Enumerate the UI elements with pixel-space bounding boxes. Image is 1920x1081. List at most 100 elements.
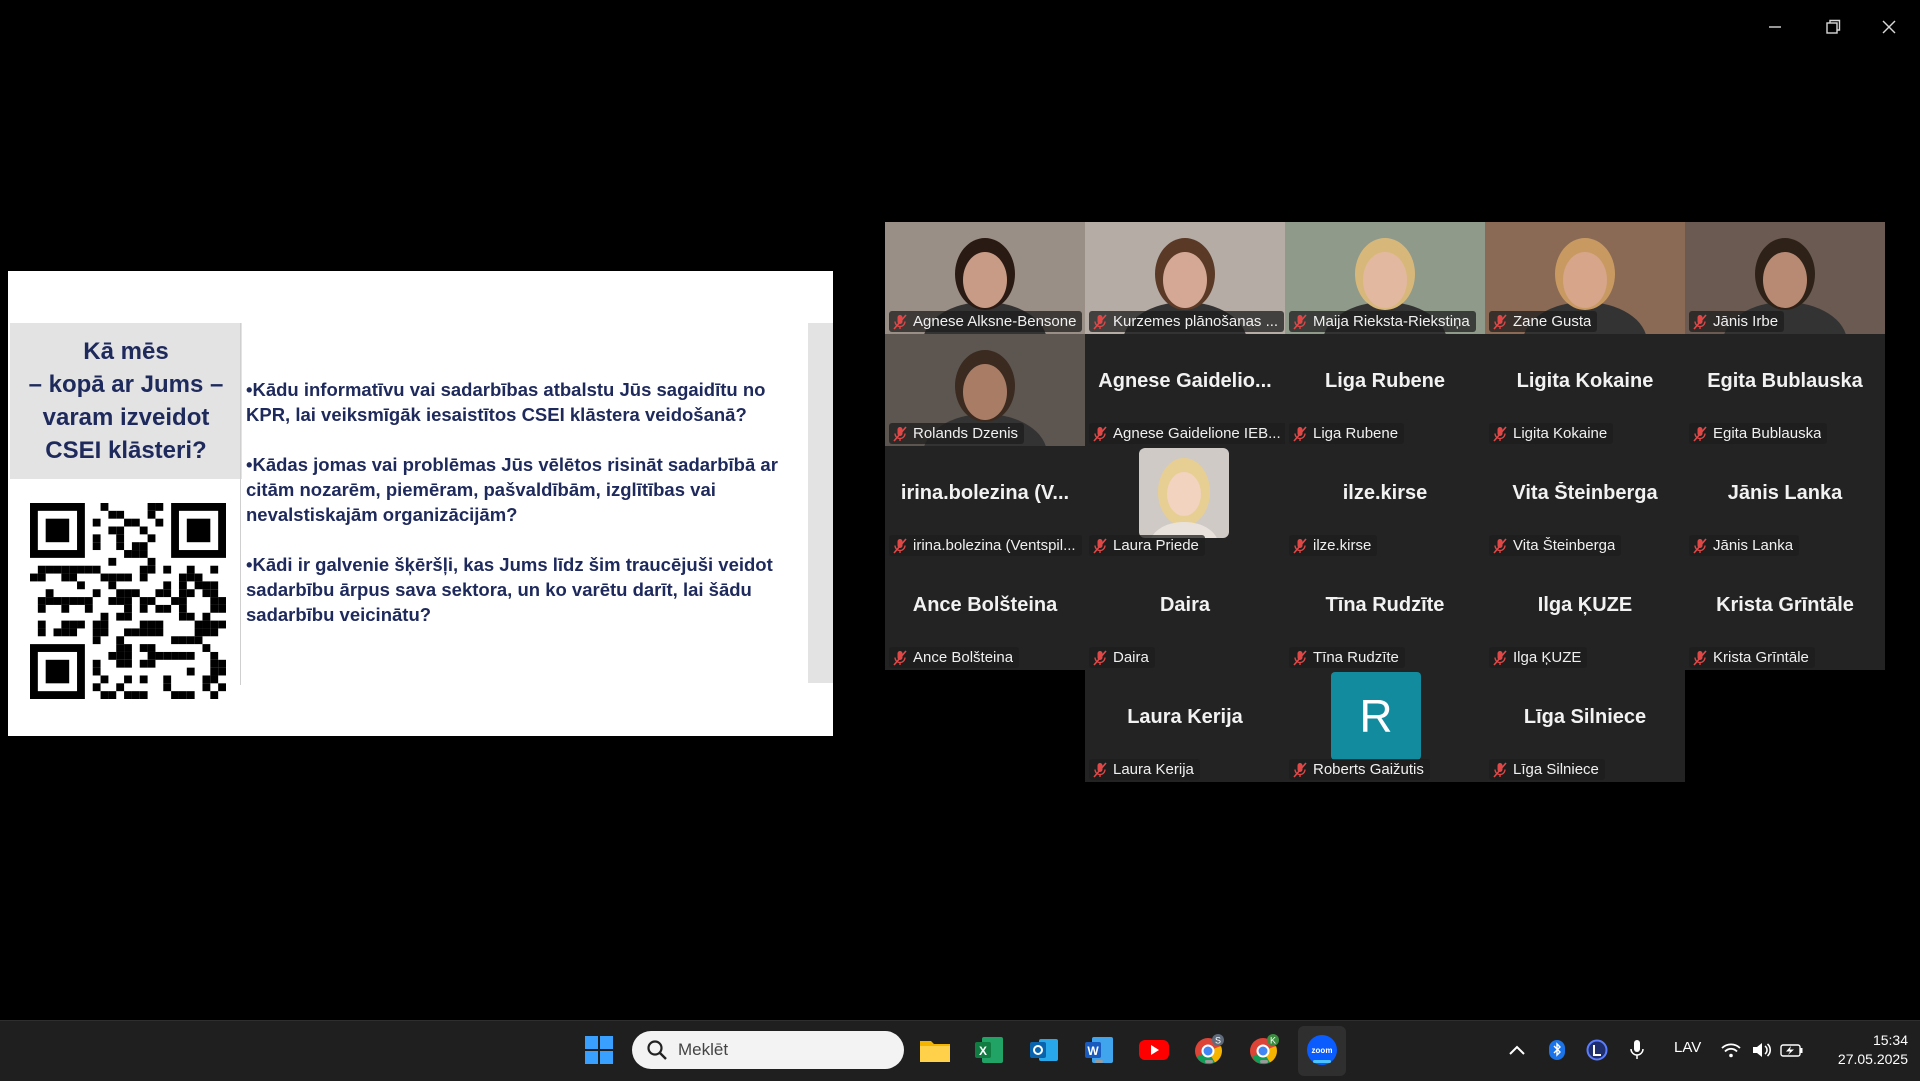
tray-battery[interactable] <box>1775 1033 1809 1067</box>
participant-tile[interactable]: Ance Bolšteina Ance Bolšteina <box>885 558 1085 670</box>
chrome-profile-badge: K <box>1270 1036 1276 1046</box>
participant-name: Laura Priede <box>1113 537 1199 554</box>
taskbar-search[interactable]: Meklēt <box>632 1031 904 1069</box>
language-indicator[interactable]: LAV <box>1674 1039 1701 1056</box>
mic-muted-icon <box>1493 313 1507 330</box>
taskbar-file-explorer[interactable] <box>918 1033 952 1067</box>
participant-name-label: Ilga ĶUZE <box>1489 647 1588 668</box>
participant-name-label: Jānis Irbe <box>1689 311 1785 332</box>
participant-name: Kurzemes plānošanas ... <box>1113 313 1279 330</box>
taskbar-chrome-2[interactable]: K <box>1247 1033 1281 1067</box>
participant-tile[interactable]: Agnese Alksne-Bensone <box>885 222 1085 334</box>
mic-muted-icon <box>1093 537 1107 554</box>
taskbar-zoom[interactable]: zoom <box>1305 1033 1339 1067</box>
participant-tile[interactable]: Daira Daira <box>1085 558 1285 670</box>
zoom-icon-label: zoom <box>1312 1046 1333 1055</box>
taskbar-chrome-1[interactable]: S <box>1192 1033 1226 1067</box>
qr-code-icon <box>30 503 226 699</box>
participant-tile[interactable]: Laura Priede <box>1085 446 1285 558</box>
participant-display-name: Liga Rubene <box>1324 370 1445 392</box>
participant-name: Agnese Gaidelione IEB... <box>1113 425 1281 442</box>
taskbar-excel[interactable]: X <box>972 1033 1006 1067</box>
participant-tile[interactable]: Jānis Lanka Jānis Lanka <box>1685 446 1885 558</box>
mic-muted-icon <box>893 313 907 330</box>
participant-name-label: Maija Rieksta-Riekstiņa <box>1289 311 1476 332</box>
slide-question: •Kādi ir galvenie šķēršļi, kas Jums līdz… <box>246 554 773 625</box>
participant-tile[interactable]: Tīna Rudzīte Tīna Rudzīte <box>1285 558 1485 670</box>
close-button[interactable] <box>1876 14 1902 40</box>
slide-title: Kā mēs – kopā ar Jums – varam izveidot C… <box>28 338 224 464</box>
participant-tile[interactable]: Liga Rubene Liga Rubene <box>1285 334 1485 446</box>
participant-tile[interactable]: Ligita Kokaine Ligita Kokaine <box>1485 334 1685 446</box>
participant-tile[interactable]: ilze.kirse ilze.kirse <box>1285 446 1485 558</box>
participant-tile[interactable]: Zane Gusta <box>1485 222 1685 334</box>
participant-name: ilze.kirse <box>1313 537 1372 554</box>
participant-name: Krista Grīntāle <box>1713 649 1809 666</box>
participant-name: Līga Silniece <box>1513 761 1599 778</box>
running-indicator <box>1205 1060 1213 1063</box>
participant-tile[interactable]: Rolands Dzenis <box>885 334 1085 446</box>
slide-question: •Kādas jomas vai problēmas Jūs vēlētos r… <box>246 454 778 525</box>
participant-name: Tīna Rudzīte <box>1313 649 1399 666</box>
participant-tile[interactable]: Jānis Irbe <box>1685 222 1885 334</box>
participant-name: Ligita Kokaine <box>1513 425 1608 442</box>
restore-button[interactable] <box>1820 14 1846 40</box>
mic-muted-icon <box>1493 537 1507 554</box>
taskbar-clock[interactable]: 15:34 27.05.2025 <box>1818 1031 1908 1069</box>
slide-question: •Kādu informatīvu vai sadarbības atbalst… <box>246 379 766 425</box>
participant-name-label: Ligita Kokaine <box>1489 423 1614 444</box>
taskbar: Meklēt X W S K zoom LAV 15:34 27.05.2025 <box>0 1020 1920 1081</box>
participant-tile[interactable]: Ilga ĶUZE Ilga ĶUZE <box>1485 558 1685 670</box>
tray-app-l[interactable] <box>1580 1033 1614 1067</box>
participant-display-name: Līga Silniece <box>1523 706 1647 728</box>
participant-name: Ilga ĶUZE <box>1513 649 1582 666</box>
participant-tile[interactable]: Maija Rieksta-Riekstiņa <box>1285 222 1485 334</box>
running-indicator <box>1313 1060 1331 1063</box>
participant-tile[interactable]: Krista Grīntāle Krista Grīntāle <box>1685 558 1885 670</box>
participant-tile[interactable]: Egita Bublauska Egita Bublauska <box>1685 334 1885 446</box>
minimize-button[interactable] <box>1762 14 1788 40</box>
bluetooth-icon <box>1549 1040 1565 1060</box>
participant-display-name: Laura Kerija <box>1127 706 1243 728</box>
participant-name: Daira <box>1113 649 1149 666</box>
restore-icon <box>1826 19 1841 34</box>
search-icon <box>647 1040 667 1060</box>
participant-tile[interactable]: Vita Šteinberga Vita Šteinberga <box>1485 446 1685 558</box>
participant-display-name: Ligita Kokaine <box>1516 370 1654 392</box>
clock-date: 27.05.2025 <box>1837 1051 1908 1067</box>
participant-name: Jānis Irbe <box>1713 313 1779 330</box>
mic-muted-icon <box>1693 425 1707 442</box>
taskbar-youtube[interactable] <box>1137 1033 1171 1067</box>
tray-microphone[interactable] <box>1620 1033 1654 1067</box>
participant-tile[interactable]: Agnese Gaidelio... Agnese Gaidelione IEB.… <box>1085 334 1285 446</box>
participant-name-label: Kurzemes plānošanas ... <box>1089 311 1285 332</box>
wifi-icon <box>1721 1043 1741 1058</box>
mic-muted-icon <box>1493 649 1507 666</box>
participant-tile[interactable]: irina.bolezina (V... irina.bolezina (Vent… <box>885 446 1085 558</box>
participant-tile[interactable]: Kurzemes plānošanas ... <box>1085 222 1285 334</box>
participant-tile[interactable]: Laura Kerija Laura Kerija <box>1085 670 1285 782</box>
taskbar-outlook[interactable] <box>1027 1033 1061 1067</box>
excel-icon: X <box>975 1037 1003 1063</box>
tray-bluetooth[interactable] <box>1540 1033 1574 1067</box>
slide-questions: •Kādu informatīvu vai sadarbības atbalst… <box>246 377 806 652</box>
participant-name-label: Laura Priede <box>1089 535 1205 556</box>
participant-name-label: irina.bolezina (Ventspil... <box>889 535 1082 556</box>
tray-network[interactable] <box>1714 1033 1748 1067</box>
mic-muted-icon <box>1293 761 1307 778</box>
participant-display-name: irina.bolezina (V... <box>900 482 1070 504</box>
participant-display-name: ilze.kirse <box>1342 482 1428 504</box>
slide-divider <box>240 323 241 685</box>
running-indicator <box>1095 1060 1103 1063</box>
participant-name-label: Krista Grīntāle <box>1689 647 1815 668</box>
tray-volume[interactable] <box>1745 1033 1779 1067</box>
mic-muted-icon <box>1693 313 1707 330</box>
start-button[interactable] <box>582 1033 616 1067</box>
clock-time: 15:34 <box>1872 1032 1908 1048</box>
participant-tile[interactable]: Līga Silniece Līga Silniece <box>1485 670 1685 782</box>
participant-name: Zane Gusta <box>1513 313 1592 330</box>
show-hidden-icons-button[interactable] <box>1500 1033 1534 1067</box>
participant-display-name: Jānis Lanka <box>1727 482 1843 504</box>
participant-tile[interactable]: R Roberts Gaižutis <box>1285 670 1485 782</box>
taskbar-word[interactable]: W <box>1082 1033 1116 1067</box>
